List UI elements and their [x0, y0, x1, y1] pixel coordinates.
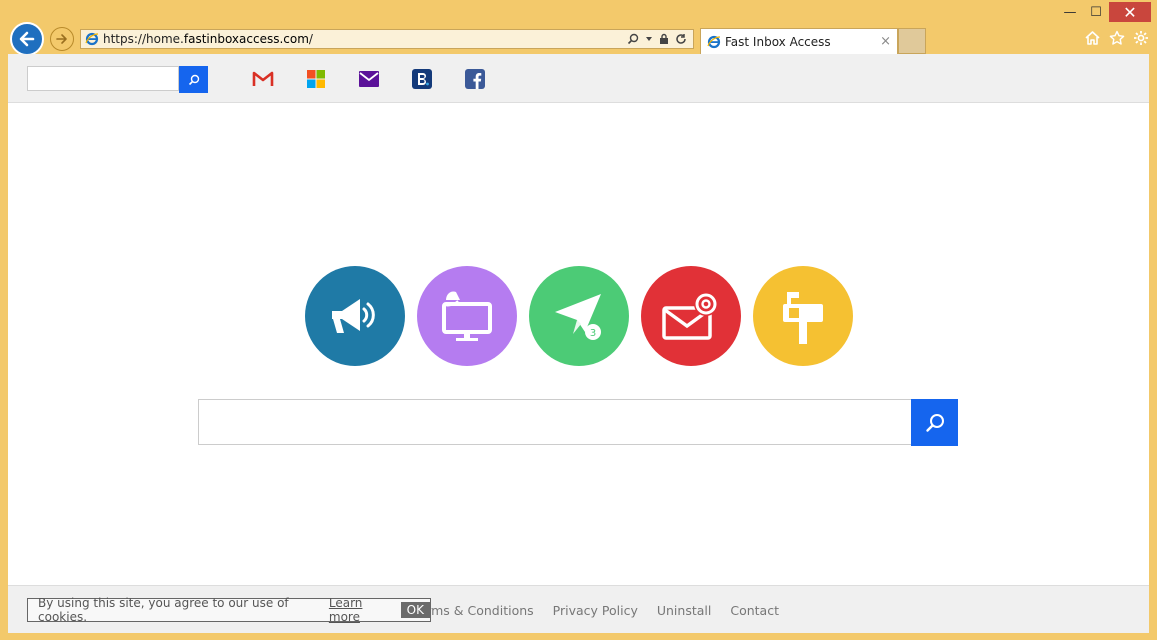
- facebook-icon: [465, 69, 485, 89]
- feature-icons: 3: [305, 266, 853, 366]
- megaphone-icon: [332, 299, 375, 333]
- feature-mailbox[interactable]: [753, 266, 853, 366]
- shortcut-yahoo-mail[interactable]: [358, 68, 380, 90]
- new-tab-button[interactable]: [898, 28, 926, 54]
- mailbox-icon: [783, 292, 823, 344]
- yahoo-mail-icon: [359, 71, 379, 87]
- lock-icon[interactable]: [659, 33, 669, 45]
- cookie-banner: By using this site, you agree to our use…: [27, 596, 431, 624]
- favorites-star-icon[interactable]: [1109, 30, 1125, 46]
- shortcut-booking[interactable]: [411, 68, 433, 90]
- gmail-icon: [252, 71, 274, 86]
- feature-paper-plane[interactable]: 3: [529, 266, 629, 366]
- search-icon[interactable]: [627, 33, 639, 45]
- close-window-button[interactable]: ✕: [1109, 2, 1151, 22]
- page-viewport: 3 Terms & Conditions Privacy Policy Unin…: [8, 54, 1149, 633]
- ie-icon: [707, 35, 721, 48]
- refresh-icon[interactable]: [675, 33, 687, 45]
- browser-toolbar: [1084, 30, 1149, 46]
- booking-icon: [412, 69, 432, 89]
- ie-icon: [85, 32, 99, 46]
- main-search-button[interactable]: [911, 399, 958, 446]
- search-icon: [188, 74, 199, 85]
- browser-window: — ☐ ✕ https://home.fastinboxaccess.com/ …: [0, 0, 1157, 640]
- forward-button[interactable]: [50, 27, 74, 51]
- tab-title: Fast Inbox Access: [725, 34, 831, 49]
- dropdown-icon[interactable]: [645, 35, 653, 43]
- gear-icon[interactable]: [1133, 30, 1149, 46]
- footer-link-terms[interactable]: Terms & Conditions: [413, 603, 534, 618]
- feature-megaphone[interactable]: [305, 266, 405, 366]
- footer-link-contact[interactable]: Contact: [730, 603, 779, 618]
- shortcut-facebook[interactable]: [464, 68, 486, 90]
- window-controls: — ☐ ✕: [1057, 2, 1151, 22]
- main-search-input[interactable]: [198, 399, 912, 445]
- microsoft-icon: [307, 70, 325, 88]
- monitor-bell-icon: [442, 291, 492, 341]
- tab-fast-inbox-access[interactable]: Fast Inbox Access ×: [700, 28, 898, 54]
- minimize-button[interactable]: —: [1057, 2, 1083, 22]
- envelope-at-icon: [662, 292, 718, 340]
- cookie-learn-more-link[interactable]: Learn more: [329, 596, 393, 624]
- footer-link-privacy[interactable]: Privacy Policy: [553, 603, 638, 618]
- footer-links: Terms & Conditions Privacy Policy Uninst…: [413, 603, 779, 618]
- url-text: https://home.fastinboxaccess.com/: [103, 32, 313, 46]
- sent-count-badge: 3: [590, 328, 596, 339]
- search-icon: [925, 413, 944, 432]
- footer-link-uninstall[interactable]: Uninstall: [657, 603, 712, 618]
- paper-plane-icon: 3: [555, 294, 601, 340]
- footer: Terms & Conditions Privacy Policy Uninst…: [8, 585, 1149, 633]
- arrow-left-icon: [19, 31, 35, 47]
- shortcut-microsoft[interactable]: [305, 68, 327, 90]
- arrow-right-icon: [56, 34, 67, 44]
- cookie-text: By using this site, you agree to our use…: [38, 596, 289, 624]
- top-search-input[interactable]: [27, 66, 179, 91]
- shortcut-bar: [8, 54, 1149, 103]
- address-bar[interactable]: https://home.fastinboxaccess.com/: [80, 29, 694, 49]
- maximize-button[interactable]: ☐: [1083, 2, 1109, 22]
- back-button[interactable]: [10, 22, 44, 56]
- shortcut-gmail[interactable]: [252, 68, 274, 90]
- feature-monitor-notification[interactable]: [417, 266, 517, 366]
- cookie-ok-button[interactable]: OK: [400, 602, 430, 618]
- feature-email-at[interactable]: [641, 266, 741, 366]
- top-search-button[interactable]: [179, 66, 208, 93]
- tab-close-button[interactable]: ×: [880, 34, 891, 49]
- home-icon[interactable]: [1084, 30, 1101, 46]
